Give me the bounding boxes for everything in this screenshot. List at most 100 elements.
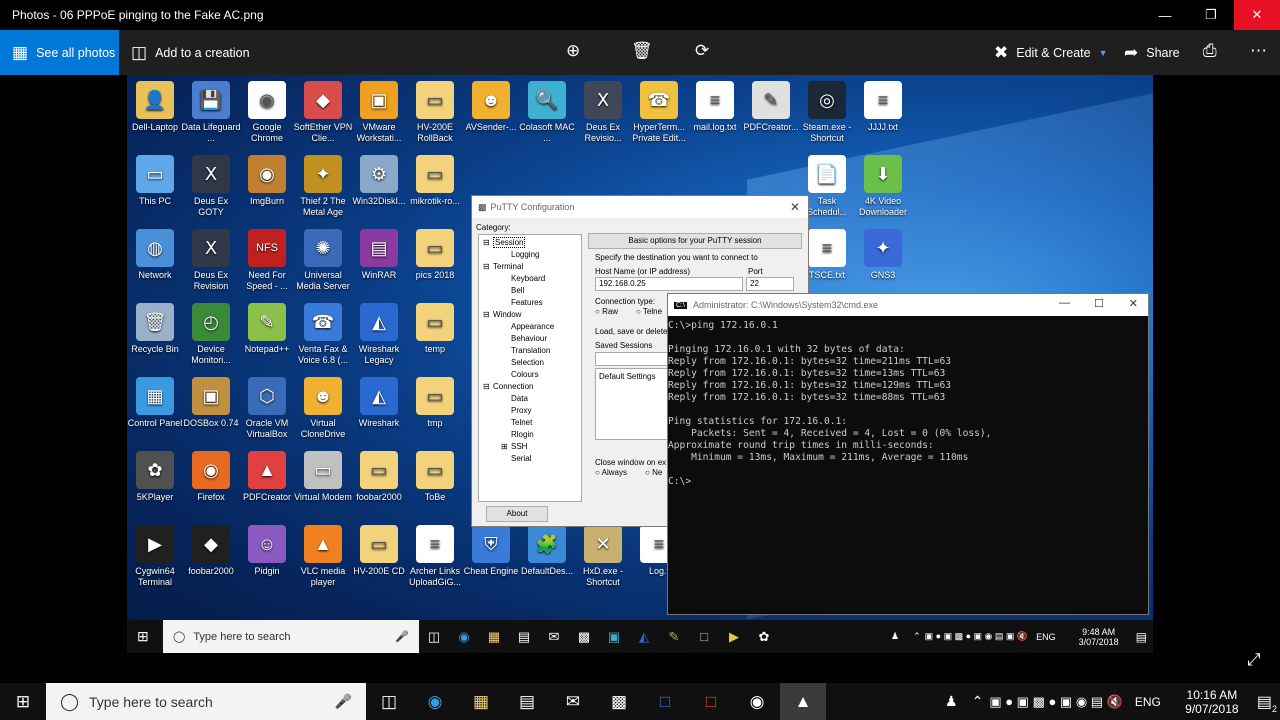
putty-close-icon[interactable]: ✕ [790, 200, 800, 214]
fullscreen-icon[interactable]: ⤢ [1247, 650, 1261, 670]
edge-icon[interactable]: ◉ [412, 683, 458, 720]
desktop-icon[interactable]: ☻ Virtual CloneDrive [293, 377, 353, 439]
desktop-icon[interactable]: Ⅹ Deus Ex GOTY [181, 155, 241, 217]
tree-item[interactable]: ⊟ Window [479, 309, 581, 321]
clock[interactable]: 10:16 AM 9/07/2018 [1179, 688, 1245, 716]
desktop-icon[interactable]: ☺ Pidgin [237, 525, 297, 577]
tray-up-icon[interactable]: ⌃ [972, 693, 984, 710]
edit-create-button[interactable]: ✖ Edit & Create ▼ [994, 43, 1108, 63]
desktop-icon[interactable]: 🗑 Recycle Bin [127, 303, 185, 355]
tree-item[interactable]: ⊟ Connection [479, 381, 581, 393]
desktop-icon[interactable]: ▭ This PC [127, 155, 185, 207]
notification-icon[interactable]: ▤ 2 [1257, 692, 1277, 714]
desktop-icon[interactable]: ▭ HV-200E RollBack [405, 81, 465, 143]
tree-item[interactable]: Bell [479, 285, 581, 297]
desktop-icon[interactable]: ▭ HV-200E CD [349, 525, 409, 577]
desktop-icon[interactable]: Ⅹ Deus Ex Revision [181, 229, 241, 291]
people-icon[interactable]: ♟ [945, 693, 958, 710]
tree-item[interactable]: Appearance [479, 321, 581, 333]
language-indicator[interactable]: ENG [1135, 695, 1161, 709]
start-button[interactable]: ⊞ [0, 683, 46, 720]
desktop-icon[interactable]: ▭ pics 2018 [405, 229, 465, 281]
desktop-icon[interactable]: ✎ PDFCreator... [741, 81, 801, 133]
more-options-icon[interactable]: ⋯ [1250, 41, 1267, 61]
desktop-icon[interactable]: ▭ ToBe [405, 451, 465, 503]
add-to-creation-button[interactable]: ◫ Add to a creation [131, 43, 250, 63]
desktop-icon[interactable]: 💾 Data Lifeguard ... [181, 81, 241, 143]
default-settings-item[interactable]: Default Settings [599, 370, 671, 381]
tray-icons[interactable]: ▣ ● ▣ ▩ ● ▣ ◉ ▤ 🔇 [989, 694, 1123, 710]
tree-item[interactable]: Proxy [479, 405, 581, 417]
see-all-photos-button[interactable]: ▦ See all photos [0, 30, 119, 75]
desktop-icon[interactable]: NFS Need For Speed - ... [237, 229, 297, 291]
desktop-icon[interactable]: 🔍 Colasoft MAC ... [517, 81, 577, 143]
mail-icon[interactable]: ✉ [550, 683, 596, 720]
desktop-icon[interactable]: ◎ Steam.exe - Shortcut [797, 81, 857, 143]
cmd-close-icon[interactable]: ✕ [1129, 297, 1138, 310]
desktop-icon[interactable]: ✦ Thief 2 The Metal Age [293, 155, 353, 217]
desktop-icon[interactable]: ⛨ Cheat Engine [461, 525, 521, 577]
about-button[interactable]: About [486, 506, 548, 522]
saved-session-input[interactable] [595, 352, 675, 366]
desktop-icon[interactable]: ◆ SoftEther VPN Clie... [293, 81, 353, 143]
desktop-icon[interactable]: ✺ Universal Media Server [293, 229, 353, 291]
desktop-icon[interactable]: ⬇ 4K Video Downloader [853, 155, 913, 217]
desktop-icon[interactable]: ✦ GNS3 [853, 229, 913, 281]
desktop-icon[interactable]: ≡ mail.log.txt [685, 81, 745, 133]
desktop-icon[interactable]: ▤ WinRAR [349, 229, 409, 281]
word-icon[interactable]: □ [642, 683, 688, 720]
desktop-icon[interactable]: ⬡ Oracle VM VirtualBox [237, 377, 297, 439]
desktop-icon[interactable]: ▭ temp [405, 303, 465, 355]
desktop-icon[interactable]: ✕ HxD.exe - Shortcut [573, 525, 633, 587]
desktop-icon[interactable]: ▭ mikrotik-ro... [405, 155, 465, 207]
cmd-maximize-icon[interactable]: ☐ [1094, 297, 1104, 310]
desktop-icon[interactable]: ▣ VMware Workstati... [349, 81, 409, 143]
telnet-radio[interactable]: ○ Telne [636, 307, 662, 316]
zoom-icon[interactable]: ⊕ [566, 41, 580, 61]
desktop-icon[interactable]: ◍ Network [127, 229, 185, 281]
desktop-icon[interactable]: ▭ tmp [405, 377, 465, 429]
desktop-icon[interactable]: ▲ VLC media player [293, 525, 353, 587]
share-button[interactable]: ➦ Share [1124, 43, 1180, 63]
category-tree[interactable]: ⊟ Session Logging ⊟ Terminal Keyboard Bell Feat… [478, 234, 582, 502]
port-input[interactable]: 22 [746, 277, 794, 291]
raw-radio[interactable]: ○ Raw [595, 307, 618, 316]
file-explorer-icon[interactable]: ▦ [458, 683, 504, 720]
powerpoint-icon[interactable]: □ [688, 683, 734, 720]
task-view-icon[interactable]: ◫ [366, 683, 412, 720]
desktop-icon[interactable]: ◆ foobar2000 [181, 525, 241, 577]
tree-item[interactable]: Behaviour [479, 333, 581, 345]
desktop-icon[interactable]: 🧩 DefaultDes... [517, 525, 577, 577]
tree-item[interactable]: Rlogin [479, 429, 581, 441]
tree-item[interactable]: ⊞ SSH [479, 441, 581, 453]
desktop-icon[interactable]: ≡ JJJJ.txt [853, 81, 913, 133]
sessions-list[interactable]: Default Settings [595, 368, 675, 440]
desktop-icon[interactable]: ✿ 5KPlayer [127, 451, 185, 503]
close-button[interactable]: ✕ [1234, 0, 1280, 30]
desktop-icon[interactable]: ◭ Wireshark Legacy [349, 303, 409, 365]
desktop-icon[interactable]: ≡ Archer Links UploadGiG... [405, 525, 465, 587]
always-radio[interactable]: ○ Always [595, 468, 627, 477]
desktop-icon[interactable]: ▦ Control Panel [127, 377, 185, 429]
desktop-icon[interactable]: ☻ AVSender-... [461, 81, 521, 133]
cmd-window[interactable]: C:\ Administrator: C:\Windows\System32\c… [667, 293, 1149, 615]
tree-item[interactable]: Colours [479, 369, 581, 381]
desktop-icon[interactable]: Ⅹ Deus Ex Revisio... [573, 81, 633, 143]
tree-item[interactable]: Keyboard [479, 273, 581, 285]
store-icon[interactable]: ▤ [504, 683, 550, 720]
tree-item[interactable]: Features [479, 297, 581, 309]
search-box[interactable]: ◯ Type here to search 🎤 [46, 683, 366, 720]
delete-icon[interactable]: 🗑 [631, 41, 653, 61]
host-input[interactable]: 192.168.0.25 [595, 277, 743, 291]
desktop-icon[interactable]: ◴ Device Monitori... [181, 303, 241, 365]
desktop-icon[interactable]: ◉ ImgBurn [237, 155, 297, 207]
minimize-button[interactable]: — [1142, 0, 1188, 30]
desktop-icon[interactable]: ◉ Firefox [181, 451, 241, 503]
obs-icon[interactable]: ◉ [734, 683, 780, 720]
desktop-icon[interactable]: ⚙ Win32DiskI... [349, 155, 409, 207]
tree-item[interactable]: Logging [479, 249, 581, 261]
desktop-icon[interactable]: 👤 Dell-Laptop [127, 81, 185, 133]
tree-item[interactable]: Translation [479, 345, 581, 357]
desktop-icon[interactable]: ☎ Venta Fax & Voice 6.8 (... [293, 303, 353, 365]
desktop-icon[interactable]: ◉ Google Chrome [237, 81, 297, 143]
